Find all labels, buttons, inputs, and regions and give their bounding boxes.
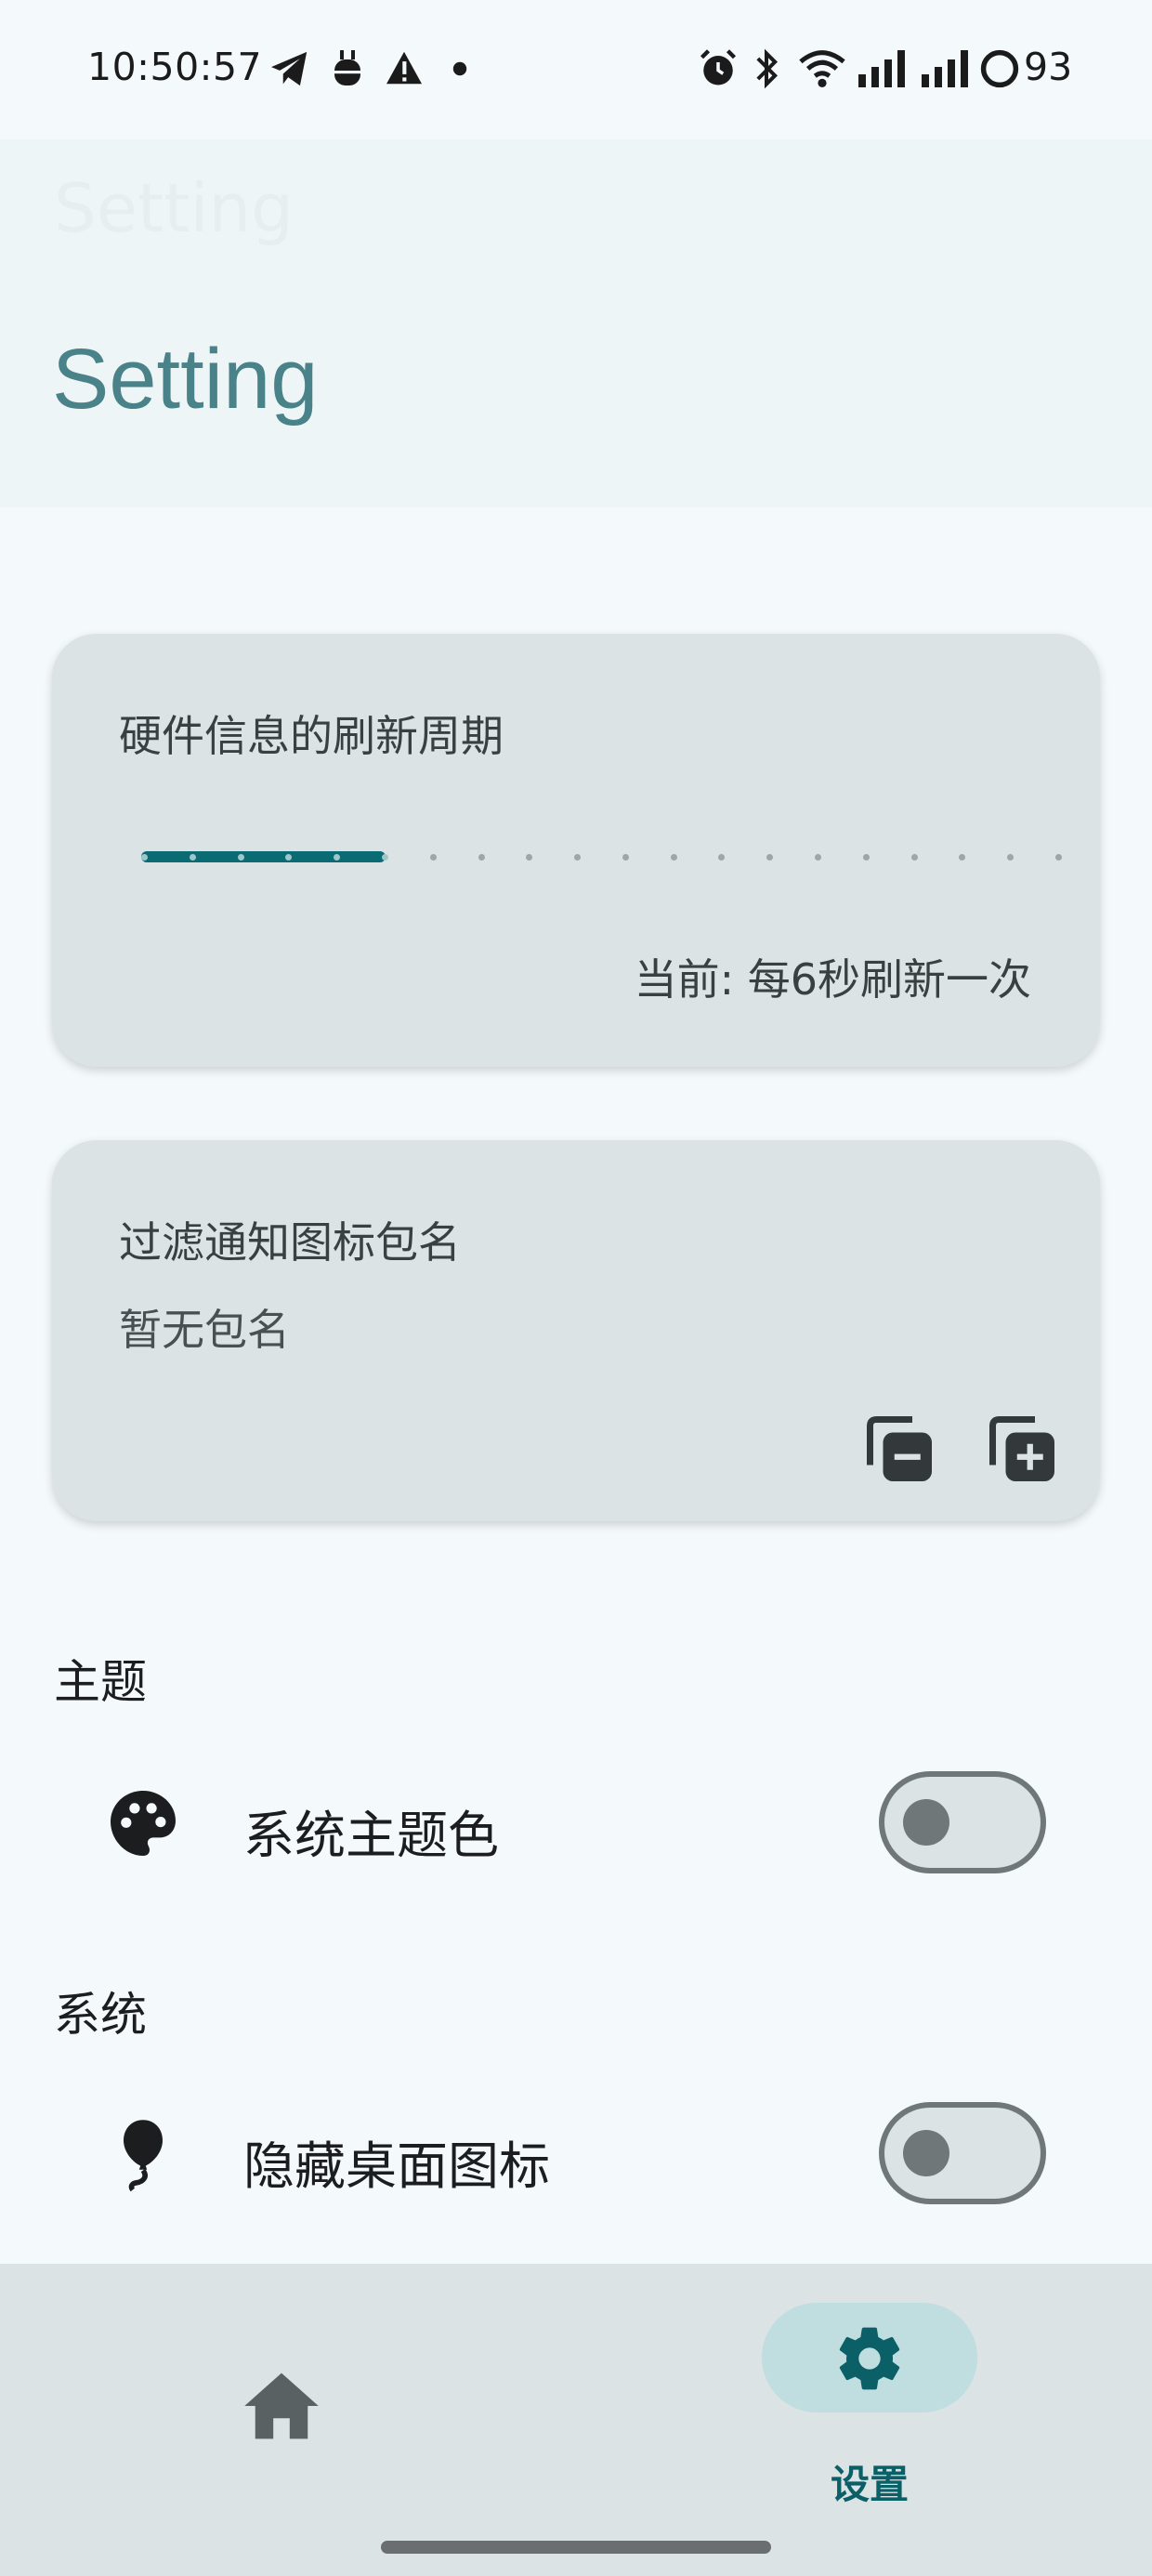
slider-tick (526, 854, 533, 861)
slider-tick (1055, 854, 1062, 861)
balloon-icon (124, 2120, 163, 2192)
slider-tick (910, 854, 918, 861)
collapsed-title: Setting (54, 169, 294, 247)
signal-icon (922, 50, 968, 87)
dot-icon (452, 61, 467, 76)
theme-section-title: 主题 (54, 1655, 147, 1709)
system-section-title: 系统 (54, 1988, 147, 2042)
slider-tick (718, 854, 726, 861)
palette-icon (111, 1791, 176, 1856)
gesture-home-indicator[interactable] (381, 2541, 771, 2554)
hide-desktop-icon-label: 隐藏桌面图标 (243, 2136, 551, 2196)
system-theme-color-label: 系统主题色 (243, 1806, 500, 1865)
refresh-period-card: 硬件信息的刷新周期 当前: 每6秒刷新一次 (52, 634, 1100, 1067)
bottom-navigation: 设置 (0, 2264, 1152, 2576)
toggle-knob (903, 1799, 949, 1846)
slider-tick (766, 854, 774, 861)
status-bar: 10:50:57 93 (0, 0, 1152, 139)
slider-tick (429, 854, 437, 861)
signal-icon (858, 50, 905, 87)
settings-screen: Setting Setting 10:50:57 93 硬件信息的刷新周期 当前… (0, 0, 1152, 2576)
slider-tick (189, 854, 196, 861)
system-theme-color-toggle[interactable] (879, 1771, 1046, 1873)
nav-settings-tab[interactable]: 设置 (762, 2303, 977, 2517)
battery-level: 93 (1024, 45, 1073, 89)
slider-tick (622, 854, 629, 861)
remove-package-icon[interactable] (860, 1410, 938, 1488)
slider-tick (862, 854, 870, 861)
slider-tick (381, 854, 388, 861)
slider-active-track (141, 851, 386, 862)
filter-package-value: 暂无包名 (119, 1305, 290, 1355)
slider-tick (237, 854, 244, 861)
alarm-icon (700, 49, 737, 85)
slider-tick (670, 854, 677, 861)
status-time: 10:50:57 (87, 45, 263, 89)
gear-icon (839, 2327, 900, 2390)
nav-settings-label: 设置 (830, 2462, 909, 2507)
hide-desktop-icon-toggle[interactable] (879, 2102, 1046, 2204)
telegram-icon (271, 51, 308, 86)
slider-tick (574, 854, 582, 861)
wifi-icon (799, 50, 845, 87)
slider-tick (1007, 854, 1015, 861)
system-theme-color-row[interactable]: 系统主题色 (0, 1762, 1152, 1873)
android-debug-icon (334, 50, 360, 85)
add-package-icon[interactable] (983, 1410, 1061, 1488)
hide-desktop-icon-row[interactable]: 隐藏桌面图标 (0, 2093, 1152, 2204)
page-title: Setting (52, 332, 319, 427)
filter-package-card: 过滤通知图标包名 暂无包名 (52, 1140, 1100, 1521)
home-icon[interactable] (232, 2357, 331, 2455)
slider-tick (815, 854, 822, 861)
battery-ring-icon (980, 49, 1019, 88)
refresh-period-title: 硬件信息的刷新周期 (119, 711, 504, 761)
toggle-knob (903, 2130, 949, 2176)
slider-tick (141, 854, 148, 861)
warning-icon (386, 51, 422, 85)
current-refresh-text: 当前: 每6秒刷新一次 (634, 954, 1031, 1005)
bluetooth-icon (756, 48, 779, 89)
slider-tick (478, 854, 485, 861)
filter-package-title: 过滤通知图标包名 (119, 1217, 461, 1268)
slider-tick (959, 854, 966, 861)
refresh-period-slider[interactable] (141, 846, 1070, 868)
